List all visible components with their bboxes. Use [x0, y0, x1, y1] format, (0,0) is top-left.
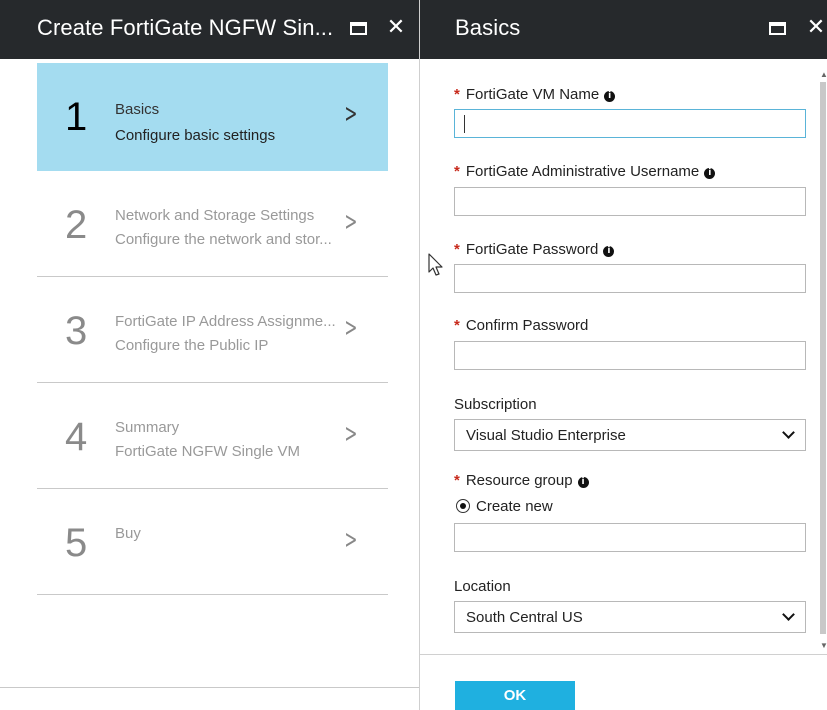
text-caret	[464, 115, 465, 133]
scroll-thumb[interactable]	[820, 82, 826, 634]
chevron-down-icon	[782, 608, 795, 621]
step-basics[interactable]: 1 Basics Configure basic settings >	[37, 63, 388, 171]
form-scrollbar[interactable]: ▲ ▼	[818, 70, 827, 650]
scroll-down-icon[interactable]: ▼	[820, 641, 827, 650]
basics-blade: Basics ✕ * FortiGate VM Name i * FortiGate …	[419, 0, 827, 710]
footer-divider	[420, 654, 827, 655]
resource-group-input[interactable]	[454, 523, 806, 552]
field-label-text: FortiGate Administrative Username	[465, 163, 700, 180]
field-label-text: Confirm Password	[465, 317, 589, 334]
required-asterisk: *	[454, 317, 460, 334]
field-label-text: FortiGate VM Name	[465, 86, 600, 103]
resource-group-label: * Resource group i	[454, 472, 589, 489]
divider	[0, 687, 419, 688]
subscription-select[interactable]: Visual Studio Enterprise	[454, 419, 806, 451]
create-new-radio[interactable]: Create new	[456, 498, 553, 515]
step-number: 4	[65, 415, 88, 459]
step-number: 1	[65, 95, 88, 139]
right-blade-titlebar: Basics ✕	[420, 0, 827, 59]
step-sublabel: Configure the Public IP	[115, 337, 269, 354]
step-label: FortiGate IP Address Assignme...	[115, 313, 336, 330]
radio-label: Create new	[476, 498, 553, 515]
wizard-steps: 1 Basics Configure basic settings > 2 Ne…	[37, 63, 388, 595]
chevron-right-icon: >	[344, 99, 358, 129]
ok-button[interactable]: OK	[455, 681, 575, 710]
step-label: Summary	[115, 419, 180, 436]
password-input[interactable]	[454, 264, 806, 293]
maximize-icon	[350, 22, 367, 35]
info-icon[interactable]: i	[704, 168, 716, 179]
step-number: 2	[65, 203, 88, 247]
maximize-icon	[769, 22, 786, 35]
chevron-right-icon: >	[344, 207, 358, 237]
right-close-icon[interactable]: ✕	[805, 17, 827, 39]
info-icon[interactable]: i	[603, 246, 615, 257]
location-select[interactable]: South Central US	[454, 601, 806, 633]
step-label: Buy	[115, 525, 141, 542]
subscription-label: Subscription	[454, 396, 537, 413]
chevron-right-icon: >	[344, 313, 358, 343]
field-label-text: FortiGate Password	[465, 241, 599, 258]
required-asterisk: *	[454, 163, 460, 180]
step-sublabel: Configure basic settings	[115, 127, 276, 144]
left-blade-title: Create FortiGate NGFW Sin...	[37, 15, 334, 40]
chevron-right-icon: >	[344, 525, 358, 555]
mouse-pointer-icon	[428, 253, 443, 276]
left-close-icon[interactable]: ✕	[385, 17, 407, 39]
step-buy[interactable]: 5 Buy >	[37, 489, 388, 595]
step-sublabel: FortiGate NGFW Single VM	[115, 443, 301, 460]
left-blade-titlebar: Create FortiGate NGFW Sin... ✕	[0, 0, 419, 59]
info-icon[interactable]: i	[577, 477, 589, 488]
left-maximize-button[interactable]	[348, 17, 370, 39]
radio-selected-icon	[456, 499, 470, 513]
step-ip-assignment[interactable]: 3 FortiGate IP Address Assignme... Confi…	[37, 277, 388, 383]
required-asterisk: *	[454, 241, 460, 258]
field-label-text: Resource group	[465, 472, 573, 489]
step-number: 3	[65, 309, 88, 353]
create-fortigate-blade: Create FortiGate NGFW Sin... ✕ 1 Basics …	[0, 0, 419, 710]
password-label: * FortiGate Password i	[454, 241, 615, 258]
confirm-password-label: * Confirm Password	[454, 317, 588, 334]
required-asterisk: *	[454, 86, 460, 103]
step-number: 5	[65, 521, 88, 565]
vm-name-input[interactable]	[454, 109, 806, 138]
chevron-down-icon	[782, 426, 795, 439]
confirm-password-input[interactable]	[454, 341, 806, 370]
step-sublabel: Configure the network and stor...	[115, 231, 332, 248]
required-asterisk: *	[454, 472, 460, 489]
step-label: Network and Storage Settings	[115, 207, 315, 224]
scroll-up-icon[interactable]: ▲	[820, 70, 827, 79]
right-maximize-button[interactable]	[767, 17, 789, 39]
admin-username-input[interactable]	[454, 187, 806, 216]
step-network-storage[interactable]: 2 Network and Storage Settings Configure…	[37, 171, 388, 277]
admin-username-label: * FortiGate Administrative Username i	[454, 163, 716, 180]
info-icon[interactable]: i	[604, 91, 616, 102]
location-label: Location	[454, 578, 511, 595]
chevron-right-icon: >	[344, 419, 358, 449]
right-blade-title: Basics	[455, 15, 521, 40]
step-label: Basics	[115, 101, 160, 118]
select-value: South Central US	[466, 609, 583, 626]
step-summary[interactable]: 4 Summary FortiGate NGFW Single VM >	[37, 383, 388, 489]
select-value: Visual Studio Enterprise	[466, 427, 626, 444]
vm-name-label: * FortiGate VM Name i	[454, 86, 616, 103]
